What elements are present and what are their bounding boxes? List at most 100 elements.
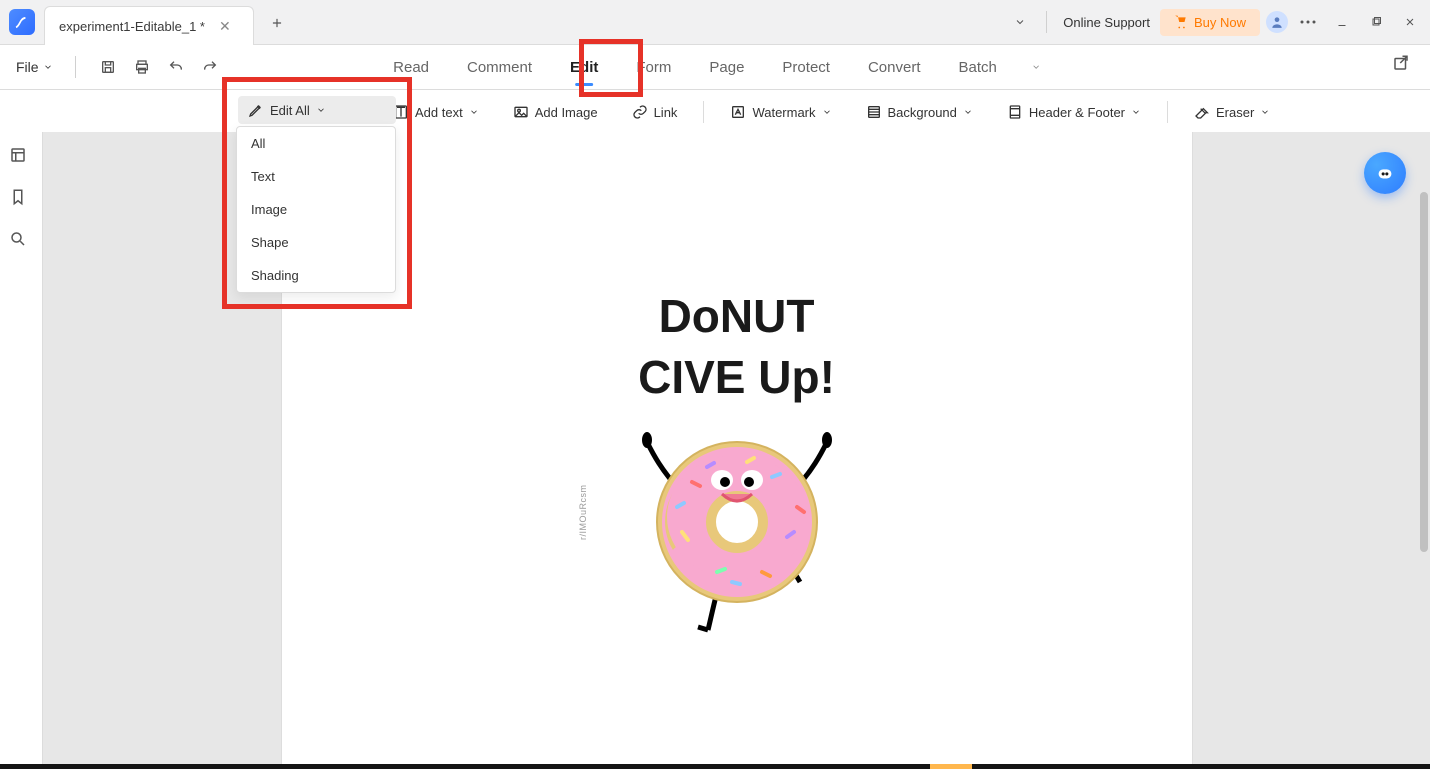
chevron-down-icon — [1260, 107, 1270, 117]
titlebar: experiment1-Editable_1 * ✕ Online Suppor… — [0, 0, 1430, 45]
taskbar-strip — [0, 764, 1430, 769]
eraser-button[interactable]: Eraser — [1184, 98, 1280, 126]
dropdown-text[interactable]: Text — [237, 160, 395, 193]
chevron-down-icon — [1014, 16, 1026, 28]
pencil-icon — [248, 102, 264, 118]
donut-illustration — [622, 422, 852, 642]
share-icon — [1392, 54, 1410, 72]
header-footer-button[interactable]: Header & Footer — [997, 98, 1151, 126]
tab[interactable]: experiment1-Editable_1 * ✕ — [44, 6, 254, 45]
link-label: Link — [654, 105, 678, 120]
background-button[interactable]: Background — [856, 98, 983, 126]
chevron-down-icon — [316, 105, 326, 115]
watermark-icon — [730, 104, 746, 120]
chevron-down-icon — [1031, 62, 1041, 72]
feather-icon — [14, 14, 30, 30]
thumbnails-panel-button[interactable] — [9, 146, 33, 170]
new-tab-button[interactable] — [260, 6, 294, 40]
redo-button[interactable] — [198, 55, 222, 79]
add-image-label: Add Image — [535, 105, 598, 120]
link-icon — [632, 104, 648, 120]
left-sidebar — [0, 132, 43, 769]
cart-icon — [1174, 15, 1188, 29]
maximize-icon — [1370, 16, 1382, 28]
robot-icon — [1374, 162, 1396, 184]
bookmark-icon — [9, 188, 27, 206]
chevron-down-icon — [963, 107, 973, 117]
taskbar-accent — [930, 764, 973, 769]
chevron-down-icon — [469, 107, 479, 117]
menu-comment[interactable]: Comment — [463, 53, 536, 82]
edit-all-menu: All Text Image Shape Shading — [236, 126, 396, 293]
page: DoNUT CIVE Up! r/IMOuRcsm — [282, 132, 1192, 769]
document-heading-line1: DoNUT — [282, 292, 1192, 340]
scroll-thumb[interactable] — [1420, 192, 1428, 552]
menu-page[interactable]: Page — [705, 53, 748, 82]
dropdown-shading[interactable]: Shading — [237, 259, 395, 292]
add-text-button[interactable]: Add text — [383, 98, 489, 126]
app-logo — [0, 0, 44, 44]
menu-more[interactable] — [1031, 60, 1041, 75]
save-button[interactable] — [96, 55, 120, 79]
vertical-scrollbar[interactable] — [1418, 132, 1428, 769]
user-icon — [1270, 15, 1284, 29]
user-avatar[interactable] — [1266, 11, 1288, 33]
background-icon — [866, 104, 882, 120]
document-heading-line2: CIVE Up! — [282, 350, 1192, 404]
background-label: Background — [888, 105, 957, 120]
window-maximize[interactable] — [1362, 8, 1390, 36]
edit-all-label: Edit All — [270, 103, 310, 118]
online-support-link[interactable]: Online Support — [1059, 15, 1154, 30]
menu-read[interactable]: Read — [389, 53, 433, 82]
bookmarks-panel-button[interactable] — [9, 188, 33, 212]
file-label: File — [16, 59, 39, 75]
chevron-down-icon — [1131, 107, 1141, 117]
plus-icon — [270, 16, 284, 30]
search-icon — [9, 230, 27, 248]
buy-now-label: Buy Now — [1194, 15, 1246, 30]
link-button[interactable]: Link — [622, 98, 688, 126]
watermark-label: Watermark — [752, 105, 815, 120]
menu-protect[interactable]: Protect — [778, 53, 834, 82]
separator — [703, 101, 704, 123]
menu-batch[interactable]: Batch — [954, 53, 1000, 82]
edit-all-button[interactable]: Edit All — [238, 96, 396, 124]
overflow-menu-icon[interactable] — [1294, 8, 1322, 36]
chevron-down-icon — [43, 62, 53, 72]
dropdown-all[interactable]: All — [237, 127, 395, 160]
assistant-bubble[interactable] — [1364, 152, 1406, 194]
window-minimize[interactable] — [1328, 8, 1356, 36]
add-image-button[interactable]: Add Image — [503, 98, 608, 126]
dropdown-shape[interactable]: Shape — [237, 226, 395, 259]
menu-form[interactable]: Form — [632, 53, 675, 82]
redo-icon — [202, 59, 218, 75]
share-button[interactable] — [1392, 54, 1418, 80]
edit-all-dropdown: Edit All All Text Image Shape Shading — [234, 90, 396, 124]
file-menu[interactable]: File — [10, 55, 59, 79]
dropdown-image[interactable]: Image — [237, 193, 395, 226]
window-close[interactable] — [1396, 8, 1424, 36]
menubar-tabs: Read Comment Edit Form Page Protect Conv… — [389, 53, 1041, 82]
add-text-label: Add text — [415, 105, 463, 120]
eraser-icon — [1194, 104, 1210, 120]
minimize-icon — [1336, 16, 1348, 28]
save-icon — [100, 59, 116, 75]
separator — [1167, 101, 1168, 123]
menu-edit[interactable]: Edit — [566, 53, 602, 82]
undo-button[interactable] — [164, 55, 188, 79]
menu-convert[interactable]: Convert — [864, 53, 925, 82]
dots-icon — [1300, 20, 1316, 24]
menubar: File Read Comment Edit Form Page Protect… — [0, 45, 1430, 90]
image-icon — [513, 104, 529, 120]
buy-now-button[interactable]: Buy Now — [1160, 9, 1260, 36]
eraser-label: Eraser — [1216, 105, 1254, 120]
tab-close-icon[interactable]: ✕ — [219, 18, 231, 35]
separator — [1046, 11, 1047, 33]
print-button[interactable] — [130, 55, 154, 79]
header-footer-icon — [1007, 104, 1023, 120]
edit-toolbar: Edit All All Text Image Shape Shading Ad… — [0, 90, 1430, 135]
tabs-dropdown-icon[interactable] — [1006, 8, 1034, 36]
document-credit: r/IMOuRcsm — [578, 390, 588, 540]
watermark-button[interactable]: Watermark — [720, 98, 841, 126]
search-panel-button[interactable] — [9, 230, 33, 254]
